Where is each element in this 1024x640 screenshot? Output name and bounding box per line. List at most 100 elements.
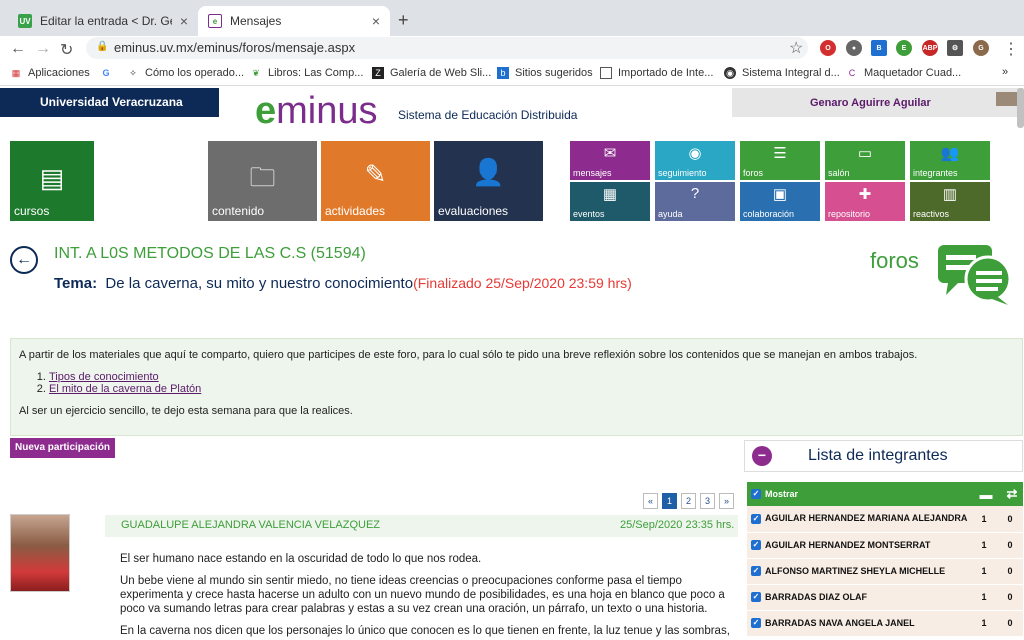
post-body: El ser humano nace estando en la oscurid… xyxy=(120,552,740,640)
tile-salon[interactable]: ▭ salón xyxy=(825,141,905,180)
extension-opera-icon[interactable]: O xyxy=(820,40,836,56)
new-post-button[interactable]: Nueva participación xyxy=(10,438,116,458)
checkbox-icon[interactable]: ✓ xyxy=(751,514,761,525)
bookmark-maquetador[interactable]: C Maquetador Cuad... xyxy=(846,67,961,79)
checkbox-icon[interactable]: ✓ xyxy=(751,489,761,500)
tab-title: Mensajes xyxy=(230,14,282,28)
tab-editar-entrada[interactable]: UV Editar la entrada < Dr. Genaro × xyxy=(8,6,198,36)
back-button[interactable]: ← xyxy=(10,246,38,274)
tile-seguimiento[interactable]: ◉ seguimiento xyxy=(655,141,735,180)
lock-icon[interactable]: 🔒 xyxy=(96,41,108,52)
topic-status: (Finalizado 25/Sep/2020 23:59 hrs) xyxy=(413,275,632,291)
tile-cursos[interactable]: ▤ cursos xyxy=(10,141,94,221)
pager-prev-button[interactable]: « xyxy=(643,493,658,509)
show-all-header[interactable]: ✓ Mostrar xyxy=(747,482,971,506)
tile-evaluaciones[interactable]: 👤 evaluaciones xyxy=(434,141,543,221)
bookmark-google[interactable]: G xyxy=(100,67,118,79)
page-scrollbar[interactable] xyxy=(1017,88,1024,128)
arrow-left-icon: ← xyxy=(16,251,32,268)
bing-icon: b xyxy=(497,67,509,79)
leaf-icon: ❦ xyxy=(252,68,260,78)
globe-icon: ◉ xyxy=(724,67,736,79)
tile-ayuda[interactable]: ? ayuda xyxy=(655,182,735,221)
c-icon: C xyxy=(848,68,856,78)
member-posts: 1 xyxy=(971,532,997,559)
more-bookmarks-icon[interactable]: » xyxy=(1002,66,1008,78)
checkbox-icon[interactable]: ✓ xyxy=(751,566,761,577)
table-row[interactable]: ✓ AGUILAR HERNANDEZ MONTSERRAT 1 0 xyxy=(747,532,1023,559)
members-table-header: ✓ Mostrar ▬ ⇄ xyxy=(747,482,1023,506)
tile-colaboracion[interactable]: ▣ colaboración xyxy=(740,182,820,221)
classroom-icon: ▭ xyxy=(857,145,873,162)
university-bar[interactable]: Universidad Veracruzana xyxy=(0,88,219,117)
member-name: AGUILAR HERNANDEZ MONTSERRAT xyxy=(765,539,931,550)
star-icon[interactable]: ☆ xyxy=(789,38,803,58)
new-tab-icon[interactable]: + xyxy=(398,10,409,31)
items-icon: ▥ xyxy=(942,186,958,203)
eminus-logo[interactable]: eminus xyxy=(255,92,378,130)
reload-icon[interactable]: ↻ xyxy=(60,40,73,60)
bookmark-importado[interactable]: Importado de Inte... xyxy=(600,67,713,79)
menu-dots-icon[interactable]: ⋮ xyxy=(1003,39,1019,59)
link-mito-caverna[interactable]: El mito de la caverna de Platón xyxy=(49,383,201,395)
pager-next-button[interactable]: » xyxy=(719,493,734,509)
bookmark-aplicaciones[interactable]: ▦ Aplicaciones xyxy=(10,67,90,79)
checkbox-icon[interactable]: ✓ xyxy=(751,540,761,551)
back-arrow-icon[interactable]: ← xyxy=(10,40,26,58)
post-date: 25/Sep/2020 23:35 hrs. xyxy=(620,519,735,531)
member-replies: 0 xyxy=(997,558,1023,585)
table-row[interactable]: ✓ BARRADAS DIAZ OLAF 1 0 xyxy=(747,584,1023,611)
post-paragraph: El ser humano nace estando en la oscurid… xyxy=(120,553,482,565)
help-icon: ? xyxy=(690,185,700,202)
close-tab-icon[interactable]: × xyxy=(180,13,188,29)
section-title: foros xyxy=(870,248,919,273)
extension-evernote-icon[interactable]: E xyxy=(896,40,912,56)
link-tipos-conocimiento[interactable]: Tipos de conocimiento xyxy=(49,371,159,383)
topic-name: De la caverna, su mito y nuestro conocim… xyxy=(105,275,414,292)
members-table: ✓ Mostrar ▬ ⇄ ✓ AGUILAR HERNANDEZ MARIANA … xyxy=(747,482,1023,637)
pager-page-3[interactable]: 3 xyxy=(700,493,715,509)
forward-arrow-icon[interactable]: → xyxy=(35,40,51,58)
tile-eventos[interactable]: ▦ eventos xyxy=(570,182,650,221)
url-input[interactable]: eminus.uv.mx/eminus/foros/mensaje.aspx xyxy=(86,37,808,59)
user-name[interactable]: Genaro Aguirre Aguilar xyxy=(732,88,1024,117)
member-posts: 1 xyxy=(971,506,997,533)
content-icon: 🗀 xyxy=(249,162,276,192)
tab-mensajes[interactable]: e Mensajes × xyxy=(198,6,390,36)
pager-page-2[interactable]: 2 xyxy=(681,493,696,509)
bookmark-libros[interactable]: ❦ Libros: Las Comp... xyxy=(250,67,363,79)
table-row[interactable]: ✓ BARRADAS NAVA ANGELA JANEL 1 0 xyxy=(747,610,1023,637)
collapse-members-button[interactable]: − xyxy=(752,446,772,466)
tile-integrantes[interactable]: 👥 integrantes xyxy=(910,141,990,180)
topic-title: Tema: De la caverna, su mito y nuestro c… xyxy=(54,273,634,294)
tile-actividades[interactable]: ✎ actividades xyxy=(321,141,430,221)
pager-page-1[interactable]: 1 xyxy=(662,493,677,509)
tile-reactivos[interactable]: ▥ reactivos xyxy=(910,182,990,221)
extension-abp-icon[interactable]: ABP xyxy=(922,40,938,56)
mail-icon: ✉ xyxy=(603,145,617,162)
checkbox-icon[interactable]: ✓ xyxy=(751,618,761,629)
table-row[interactable]: ✓ ALFONSO MARTINEZ SHEYLA MICHELLE 1 0 xyxy=(747,558,1023,585)
member-name: AGUILAR HERNANDEZ MARIANA ALEJANDRA xyxy=(765,513,968,524)
tile-foros[interactable]: ☰ foros xyxy=(740,141,820,180)
extensions-puzzle-icon[interactable]: ⚙ xyxy=(947,40,963,56)
extension-b-icon[interactable]: B xyxy=(871,40,887,56)
bookmark-sitios-sugeridos[interactable]: b Sitios sugeridos xyxy=(497,67,593,79)
table-row[interactable]: ✓ AGUILAR HERNANDEZ MARIANA ALEJANDRA 1 0 xyxy=(747,506,1023,533)
profile-avatar-icon[interactable]: G xyxy=(973,40,989,56)
members-title: Lista de integrantes xyxy=(808,447,948,464)
close-tab-icon[interactable]: × xyxy=(372,13,380,29)
course-name: INT. A L0S METODOS DE LAS C.S (51594) xyxy=(54,245,366,262)
uv-favicon-icon: UV xyxy=(18,14,32,28)
checkbox-icon[interactable]: ✓ xyxy=(751,592,761,603)
bookmark-sistema-integral[interactable]: ◉ Sistema Integral d... xyxy=(724,67,840,79)
tile-repositorio[interactable]: ✚ repositorio xyxy=(825,182,905,221)
extension-circle-icon[interactable]: ● xyxy=(846,40,862,56)
member-replies: 0 xyxy=(997,506,1023,533)
bookmark-galeria[interactable]: Z Galería de Web Sli... xyxy=(372,67,491,79)
folder-icon xyxy=(600,67,612,79)
tile-contenido[interactable]: 🗀 contenido xyxy=(208,141,317,221)
tile-mensajes[interactable]: ✉ mensajes xyxy=(570,141,650,180)
activities-icon: ✎ xyxy=(364,159,387,189)
bookmark-como-los-operado[interactable]: ✧ Cómo los operado... xyxy=(127,67,244,79)
